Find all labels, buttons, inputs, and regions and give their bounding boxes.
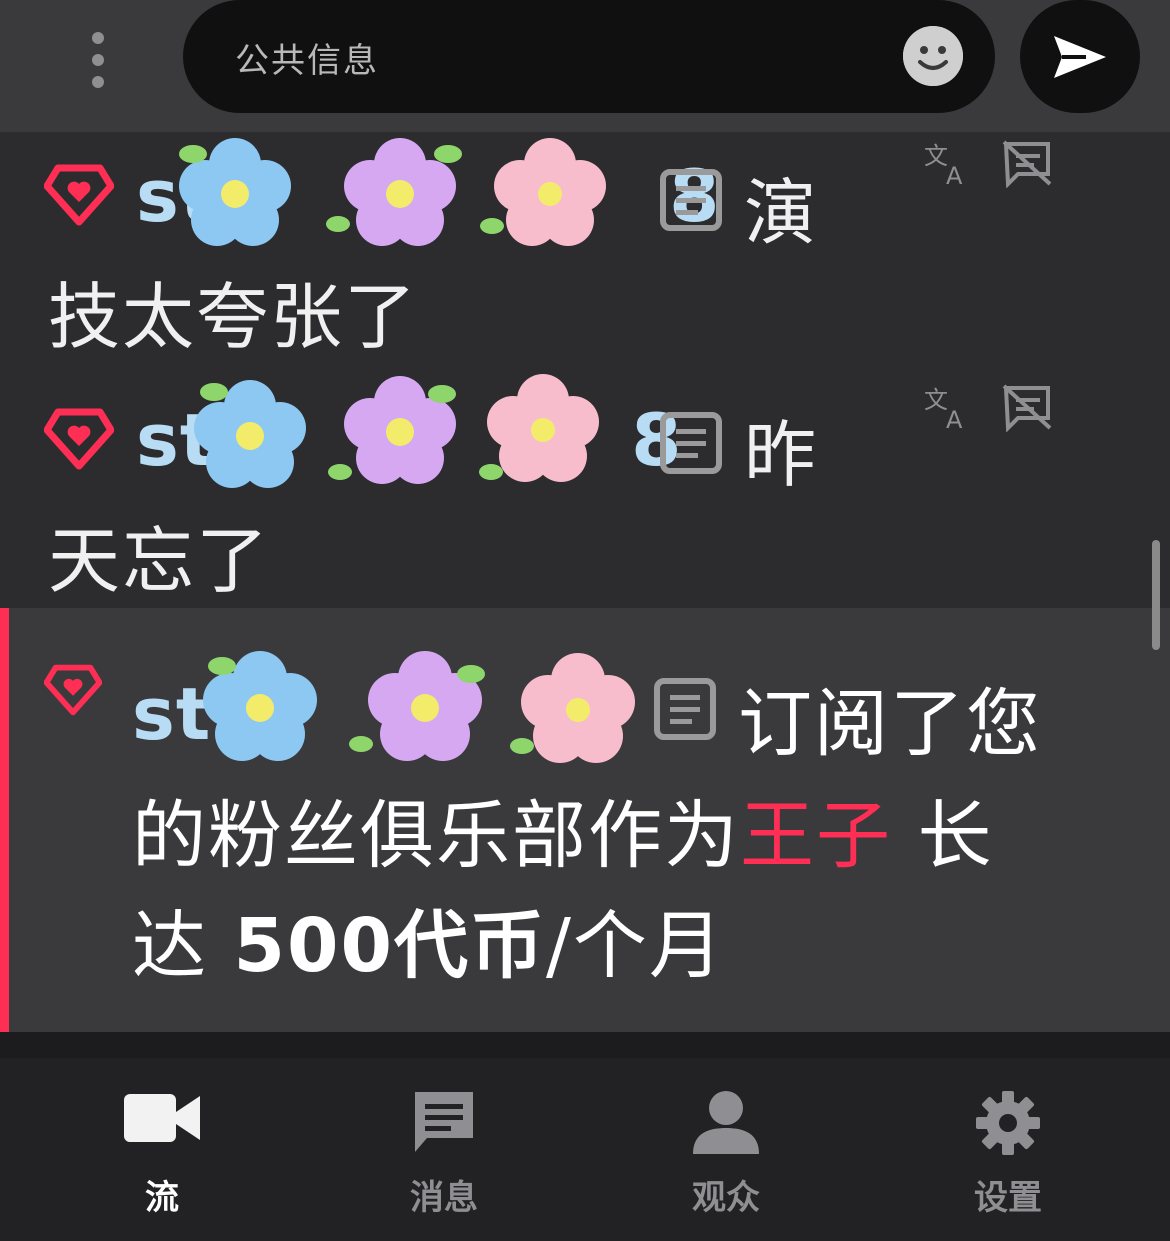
nav-label: 设置 bbox=[974, 1178, 1042, 1218]
chat-feed[interactable]: st 8 演 技太夸张了 文 A st 8 昨 天忘了 文 A st 订阅了您 … bbox=[0, 132, 1170, 1032]
subscription-message: st 订阅了您 的粉丝俱乐部作为王子 长 达 500代币/个月 bbox=[0, 608, 1170, 1032]
nav-item-audience[interactable]: 观众 bbox=[585, 1058, 867, 1241]
emoji-icon[interactable] bbox=[903, 26, 963, 86]
bottom-navigation: 流 消息 观众 设置 bbox=[0, 1058, 1170, 1241]
nav-item-settings[interactable]: 设置 bbox=[867, 1058, 1149, 1241]
message-text: 达 500代币/个月 bbox=[132, 903, 725, 989]
nav-label: 消息 bbox=[410, 1178, 478, 1218]
document-icon bbox=[654, 678, 716, 740]
tier-name: 王子 bbox=[740, 793, 892, 879]
chat-message: st 8 演 技太夸张了 文 A bbox=[0, 132, 1170, 370]
nav-divider bbox=[0, 1032, 1170, 1058]
chat-input-bar: 公共信息 bbox=[0, 0, 1170, 132]
send-icon bbox=[1054, 35, 1106, 78]
nav-item-messages[interactable]: 消息 bbox=[303, 1058, 585, 1241]
translate-icon[interactable]: 文 A bbox=[922, 382, 972, 432]
message-text: 演 bbox=[744, 171, 819, 255]
document-icon bbox=[660, 412, 722, 474]
svg-text:A: A bbox=[946, 162, 963, 188]
translate-icon[interactable]: 文 A bbox=[922, 138, 972, 188]
flower-sticker-icon bbox=[179, 138, 606, 246]
document-icon bbox=[660, 169, 722, 231]
flower-sticker-icon bbox=[194, 374, 599, 488]
message-input-placeholder: 公共信息 bbox=[235, 41, 379, 81]
token-amount: 500代币 bbox=[233, 903, 546, 989]
message-text: 昨 bbox=[744, 413, 819, 497]
nav-label: 流 bbox=[145, 1178, 179, 1218]
message-input[interactable]: 公共信息 bbox=[183, 0, 995, 113]
more-options-icon[interactable] bbox=[70, 22, 126, 98]
nav-label: 观众 bbox=[692, 1178, 760, 1218]
nav-item-stream[interactable]: 流 bbox=[21, 1058, 303, 1241]
svg-text:A: A bbox=[946, 406, 963, 432]
svg-text:文: 文 bbox=[924, 386, 948, 414]
video-camera-icon bbox=[124, 1094, 200, 1142]
diamond-heart-icon bbox=[44, 408, 114, 470]
chat-message: st 8 昨 天忘了 文 A bbox=[0, 370, 1170, 608]
send-button[interactable] bbox=[1020, 0, 1140, 113]
hide-message-icon[interactable] bbox=[1002, 382, 1052, 432]
person-icon bbox=[693, 1091, 759, 1154]
chat-scrollbar[interactable] bbox=[1152, 540, 1160, 650]
message-icon bbox=[415, 1092, 473, 1152]
gear-icon bbox=[976, 1091, 1040, 1155]
diamond-heart-icon bbox=[44, 664, 102, 716]
message-text: 订阅了您 bbox=[738, 681, 1042, 767]
message-text: 技太夸张了 bbox=[48, 275, 419, 359]
hide-message-icon[interactable] bbox=[1002, 138, 1052, 188]
svg-text:文: 文 bbox=[924, 142, 948, 170]
message-text: 的粉丝俱乐部作为王子 长 bbox=[132, 793, 994, 879]
flower-sticker-icon bbox=[203, 651, 635, 763]
highlight-accent-bar bbox=[0, 608, 9, 1032]
diamond-heart-icon bbox=[44, 164, 114, 226]
message-text: 天忘了 bbox=[48, 519, 271, 603]
